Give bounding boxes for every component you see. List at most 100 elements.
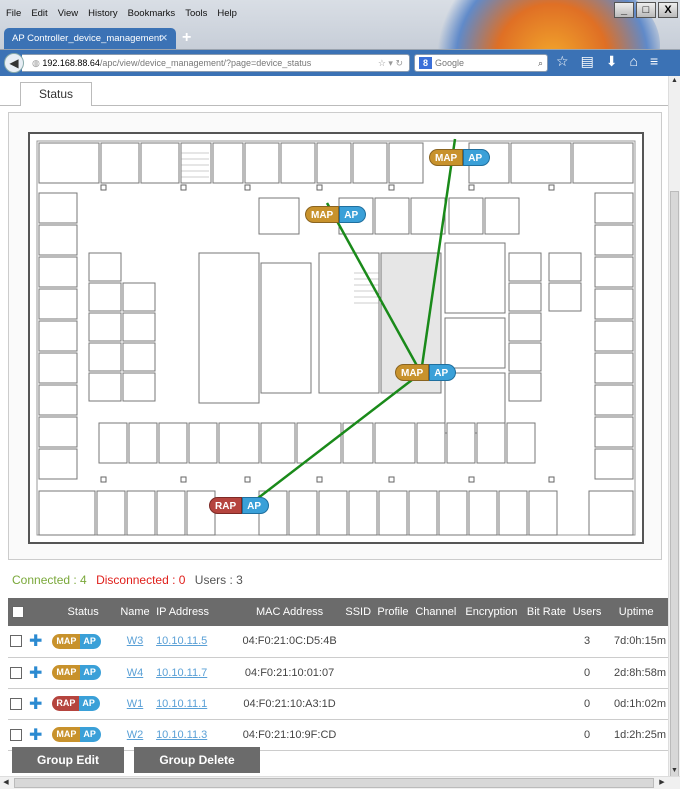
row-expand-cell: ✚ <box>27 719 51 751</box>
menu-history[interactable]: History <box>88 8 118 19</box>
site-identity-icon[interactable]: ◍ <box>32 58 42 68</box>
ap-marker-w4[interactable]: MAP AP <box>429 149 491 166</box>
minimize-button[interactable]: _ <box>614 2 634 18</box>
device-profile <box>373 657 413 689</box>
col-ip[interactable]: IP Address <box>154 598 237 626</box>
rap-badge: RAP <box>52 696 80 711</box>
horizontal-scrollbar[interactable]: ◀ ▶ <box>0 776 680 789</box>
menu-help[interactable]: Help <box>217 8 237 19</box>
col-status[interactable]: Status <box>50 598 116 626</box>
table-header-row: Status Name IP Address MAC Address SSID … <box>8 598 668 626</box>
device-name-link[interactable]: W1 <box>127 698 144 710</box>
download-icon[interactable]: ⬇ <box>606 53 618 70</box>
device-ssid <box>342 688 374 720</box>
group-delete-button[interactable]: Group Delete <box>134 747 260 773</box>
menu-tools[interactable]: Tools <box>185 8 207 19</box>
menu-edit[interactable]: Edit <box>31 8 47 19</box>
expand-plus-icon[interactable]: ✚ <box>29 696 42 713</box>
group-edit-button[interactable]: Group Edit <box>12 747 124 773</box>
disconnected-count: Disconnected : 0 <box>96 573 186 587</box>
device-ip-link[interactable]: 10.10.11.7 <box>156 667 207 679</box>
row-checkbox-cell <box>8 626 28 658</box>
connected-count: Connected : 4 <box>12 573 87 587</box>
menu-bookmarks[interactable]: Bookmarks <box>128 8 176 19</box>
scroll-up-arrow-icon[interactable]: ▲ <box>670 76 679 86</box>
tab-divider <box>0 105 668 106</box>
device-name-link[interactable]: W4 <box>127 667 144 679</box>
connection-summary: Connected : 4 Disconnected : 0 Users : 3 <box>12 573 243 587</box>
new-tab-icon[interactable]: + <box>182 28 191 48</box>
ap-marker-w2[interactable]: MAP AP <box>305 206 367 223</box>
row-expand-cell: ✚ <box>27 626 51 658</box>
google-engine-icon[interactable]: 8 <box>419 57 432 69</box>
col-encryption[interactable]: Encryption <box>460 598 524 626</box>
device-ip-link[interactable]: 10.10.11.5 <box>156 635 207 647</box>
col-uptime[interactable]: Uptime <box>604 598 668 626</box>
device-channel <box>412 626 460 658</box>
tab-status[interactable]: Status <box>20 82 92 106</box>
close-window-button[interactable]: X <box>658 2 678 18</box>
device-encryption <box>459 719 524 751</box>
table-row: ✚ MAP AP W4 10.10.11.7 04:F0:21:10:01:07 … <box>8 657 668 689</box>
maximize-button[interactable]: □ <box>636 2 656 18</box>
scroll-down-arrow-icon[interactable]: ▼ <box>670 766 679 776</box>
home-icon[interactable]: ⌂ <box>630 53 638 70</box>
scroll-left-arrow-icon[interactable]: ◀ <box>1 778 11 788</box>
col-profile[interactable]: Profile <box>374 598 412 626</box>
device-ssid <box>342 657 374 689</box>
col-name[interactable]: Name <box>116 598 154 626</box>
search-icon[interactable]: ⌕ <box>538 55 543 71</box>
search-placeholder: Google <box>435 58 465 68</box>
device-ip-link[interactable]: 10.10.11.3 <box>156 729 207 741</box>
ap-marker-w3[interactable]: MAP AP <box>395 364 457 381</box>
device-profile <box>373 688 413 720</box>
ap-badge: AP <box>463 149 491 166</box>
row-status-cell: MAP AP <box>50 657 116 689</box>
vertical-scrollbar[interactable]: ▲ ▼ <box>668 76 680 789</box>
menu-view[interactable]: View <box>58 8 78 19</box>
reload-icon[interactable]: ☆ ▾ ↻ <box>378 55 403 71</box>
col-channel[interactable]: Channel <box>412 598 460 626</box>
map-badge: MAP <box>52 633 81 649</box>
row-checkbox[interactable] <box>10 697 22 710</box>
vertical-scroll-thumb[interactable] <box>670 191 679 789</box>
row-ip-cell: 10.10.11.3 <box>154 719 237 751</box>
menu-file[interactable]: File <box>6 8 21 19</box>
ap-marker-w1[interactable]: RAP AP <box>209 497 270 514</box>
url-bar[interactable]: ◍ 192.168.88.64/apc/view/device_manageme… <box>22 54 410 72</box>
device-mac: 04:F0:21:10:A3:1D <box>236 688 343 720</box>
device-ssid <box>342 719 374 751</box>
col-ssid[interactable]: SSID <box>343 598 374 626</box>
expand-plus-icon[interactable]: ✚ <box>29 633 42 650</box>
toolbar-icons: ☆ ▤ ⬇ ⌂ ≡ <box>556 53 658 70</box>
expand-plus-icon[interactable]: ✚ <box>29 665 42 682</box>
device-ip-link[interactable]: 10.10.11.1 <box>156 698 207 710</box>
col-mac[interactable]: MAC Address <box>237 598 343 626</box>
close-tab-icon[interactable]: ✕ <box>160 28 168 49</box>
bookmarks-list-icon[interactable]: ▤ <box>581 53 594 70</box>
row-checkbox-cell <box>8 719 28 751</box>
scroll-right-arrow-icon[interactable]: ▶ <box>657 778 667 788</box>
back-button[interactable]: ◀ <box>4 53 24 73</box>
expand-plus-icon[interactable]: ✚ <box>29 727 42 744</box>
device-name-link[interactable]: W3 <box>127 635 144 647</box>
select-all-checkbox[interactable] <box>11 606 24 619</box>
col-bitrate[interactable]: Bit Rate <box>523 598 570 626</box>
floor-plan-map: MAP AP MAP AP MAP AP RAP AP <box>8 112 662 560</box>
row-checkbox[interactable] <box>10 728 22 741</box>
bookmark-star-icon[interactable]: ☆ <box>556 53 569 70</box>
device-bitrate <box>523 688 570 720</box>
browser-tab[interactable]: AP Controller_device_management ✕ <box>4 28 176 49</box>
row-checkbox[interactable] <box>10 635 22 648</box>
ap-badge: AP <box>80 665 101 680</box>
menu-hamburger-icon[interactable]: ≡ <box>650 53 658 70</box>
device-encryption <box>459 657 524 689</box>
device-name-link[interactable]: W2 <box>127 729 144 741</box>
row-name-cell: W2 <box>115 719 155 751</box>
window-controls: _ □ X <box>614 2 678 18</box>
row-checkbox[interactable] <box>10 666 22 679</box>
search-bar[interactable]: 8 Google ⌕ <box>414 54 548 72</box>
status-badge: RAP AP <box>52 696 100 711</box>
horizontal-scroll-thumb[interactable] <box>14 778 654 788</box>
col-users[interactable]: Users <box>570 598 605 626</box>
